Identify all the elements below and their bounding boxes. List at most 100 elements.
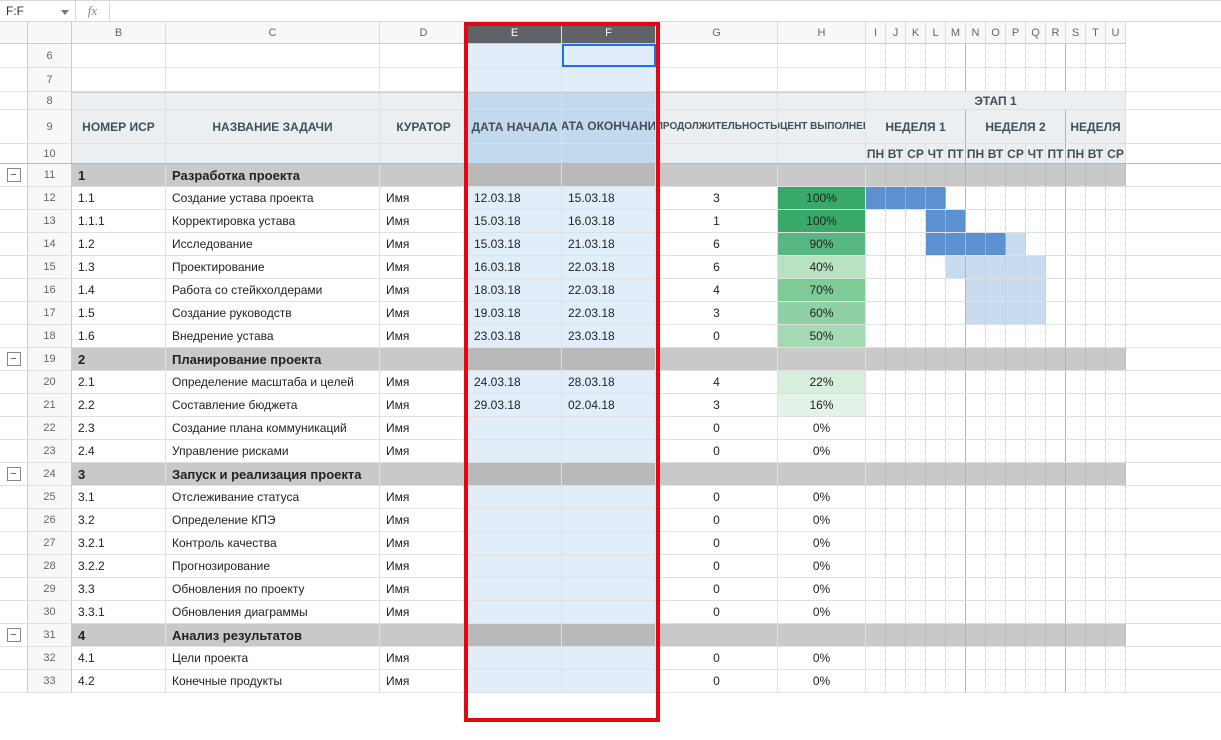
- gantt-cell[interactable]: [906, 302, 926, 324]
- gantt-cell[interactable]: [946, 417, 966, 439]
- cell-wbs[interactable]: 3.2.2: [72, 555, 166, 577]
- gantt-cell[interactable]: [946, 440, 966, 462]
- cell-owner[interactable]: Имя: [380, 486, 468, 508]
- gantt-cell[interactable]: [946, 44, 966, 67]
- gantt-cell[interactable]: [886, 348, 906, 370]
- gantt-cell[interactable]: [1066, 233, 1086, 255]
- cell-pct[interactable]: 70%: [778, 279, 866, 301]
- gantt-cell[interactable]: [906, 509, 926, 531]
- cell-dur[interactable]: 0: [656, 440, 778, 462]
- gantt-cell[interactable]: [1046, 394, 1066, 416]
- gantt-cell[interactable]: [986, 532, 1006, 554]
- gantt-cell[interactable]: [1046, 463, 1066, 485]
- gantt-cell[interactable]: [1026, 44, 1046, 67]
- gantt-cell[interactable]: [946, 532, 966, 554]
- cell-end[interactable]: 22.03.18: [562, 279, 656, 301]
- cell-wbs[interactable]: 4.1: [72, 647, 166, 669]
- gantt-cell[interactable]: [886, 394, 906, 416]
- gantt-cell[interactable]: [1026, 670, 1046, 692]
- cell-wbs[interactable]: 2.2: [72, 394, 166, 416]
- gantt-cell[interactable]: [1046, 417, 1066, 439]
- gantt-cell[interactable]: [1086, 187, 1106, 209]
- cell-wbs[interactable]: 1.5: [72, 302, 166, 324]
- gantt-cell[interactable]: [886, 187, 906, 209]
- hdr-dur[interactable]: ПРОДОЛЖИТЕЛЬНОСТЬ: [656, 110, 778, 143]
- col-header-N[interactable]: N: [966, 22, 986, 44]
- col-header-R[interactable]: R: [1046, 22, 1066, 44]
- group-gutter[interactable]: [0, 279, 28, 301]
- fx-icon[interactable]: fx: [76, 1, 110, 21]
- gantt-cell[interactable]: [1066, 279, 1086, 301]
- gantt-cell[interactable]: [1026, 164, 1046, 186]
- gantt-cell[interactable]: [1026, 463, 1046, 485]
- gantt-cell[interactable]: [1006, 486, 1026, 508]
- cell-pct[interactable]: 100%: [778, 187, 866, 209]
- col-header-F[interactable]: F: [562, 22, 656, 44]
- gantt-cell[interactable]: [886, 302, 906, 324]
- row-header[interactable]: 15: [28, 256, 72, 278]
- cell-pct[interactable]: 0%: [778, 440, 866, 462]
- gantt-cell[interactable]: [966, 670, 986, 692]
- gantt-cell[interactable]: [906, 394, 926, 416]
- gantt-cell[interactable]: [1006, 68, 1026, 91]
- gantt-cell[interactable]: [1046, 486, 1066, 508]
- gantt-cell[interactable]: [886, 256, 906, 278]
- gantt-cell[interactable]: [946, 509, 966, 531]
- gantt-cell[interactable]: [1066, 325, 1086, 347]
- gantt-cell[interactable]: [906, 417, 926, 439]
- gantt-cell[interactable]: [986, 256, 1006, 278]
- gantt-cell[interactable]: [1086, 555, 1106, 577]
- cell-end[interactable]: [562, 532, 656, 554]
- cell-pct[interactable]: 50%: [778, 325, 866, 347]
- cell-start[interactable]: 19.03.18: [468, 302, 562, 324]
- cell-dur[interactable]: 3: [656, 187, 778, 209]
- gantt-cell[interactable]: [926, 233, 946, 255]
- gantt-cell[interactable]: [866, 532, 886, 554]
- cell-wbs[interactable]: 3.2: [72, 509, 166, 531]
- hdr-wbs[interactable]: НОМЕР ИСР: [72, 110, 166, 143]
- gantt-cell[interactable]: [1086, 44, 1106, 67]
- gantt-cell[interactable]: [866, 68, 886, 91]
- cell-task[interactable]: Работа со стейкхолдерами: [166, 279, 380, 301]
- row-header[interactable]: 11: [28, 164, 72, 186]
- group-gutter[interactable]: [0, 110, 28, 143]
- cell-start[interactable]: 15.03.18: [468, 210, 562, 232]
- cell-owner[interactable]: Имя: [380, 371, 468, 393]
- group-gutter[interactable]: [0, 486, 28, 508]
- gantt-cell[interactable]: [926, 417, 946, 439]
- gantt-cell[interactable]: [946, 463, 966, 485]
- gantt-cell[interactable]: [866, 440, 886, 462]
- cell-owner[interactable]: Имя: [380, 187, 468, 209]
- cell[interactable]: [468, 144, 562, 163]
- cell-end[interactable]: [562, 670, 656, 692]
- gantt-cell[interactable]: [1066, 463, 1086, 485]
- cell-start[interactable]: 24.03.18: [468, 371, 562, 393]
- group-gutter[interactable]: [0, 302, 28, 324]
- col-header-E[interactable]: E: [468, 22, 562, 44]
- gantt-cell[interactable]: [1066, 440, 1086, 462]
- gantt-cell[interactable]: [886, 624, 906, 646]
- cell-task[interactable]: Обновления диаграммы: [166, 601, 380, 623]
- gantt-cell[interactable]: [1106, 371, 1126, 393]
- gantt-cell[interactable]: [1026, 601, 1046, 623]
- cell-pct[interactable]: 22%: [778, 371, 866, 393]
- cell-dur[interactable]: 0: [656, 578, 778, 600]
- gantt-cell[interactable]: [886, 68, 906, 91]
- row-header[interactable]: 6: [28, 44, 72, 67]
- cell-start[interactable]: 16.03.18: [468, 256, 562, 278]
- cell-section-title[interactable]: Анализ результатов: [166, 624, 380, 646]
- cell-dur[interactable]: 0: [656, 417, 778, 439]
- cell[interactable]: [166, 44, 380, 67]
- gantt-cell[interactable]: [1086, 279, 1106, 301]
- cell-start[interactable]: [468, 417, 562, 439]
- gantt-cell[interactable]: [1106, 187, 1126, 209]
- gantt-cell[interactable]: [926, 670, 946, 692]
- gantt-cell[interactable]: [986, 601, 1006, 623]
- gantt-cell[interactable]: [946, 624, 966, 646]
- cell-wbs[interactable]: 1.1.1: [72, 210, 166, 232]
- gantt-cell[interactable]: [1026, 256, 1046, 278]
- cell-owner[interactable]: Имя: [380, 647, 468, 669]
- gantt-cell[interactable]: [1106, 532, 1126, 554]
- cell-end[interactable]: 22.03.18: [562, 302, 656, 324]
- gantt-cell[interactable]: [1006, 302, 1026, 324]
